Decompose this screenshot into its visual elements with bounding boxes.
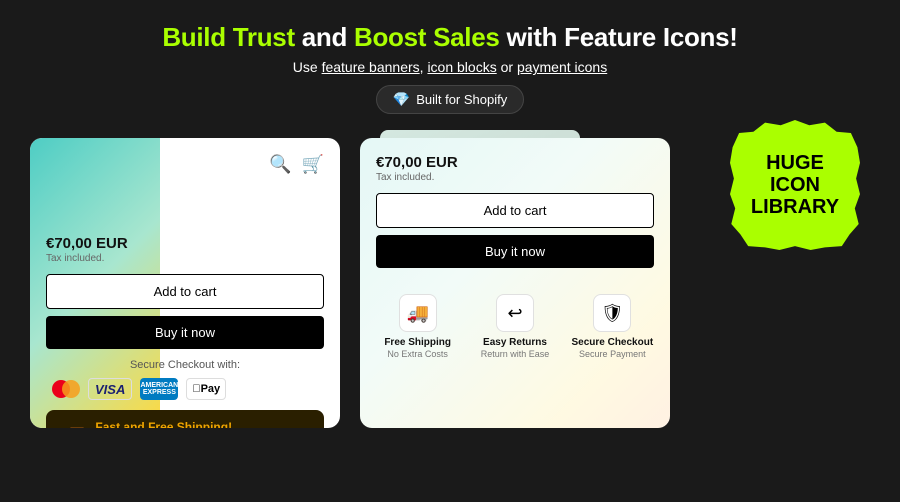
card2-price: €70,00 EUR	[376, 154, 654, 171]
subtitle: Use feature banners, icon blocks or paym…	[20, 59, 880, 75]
card1-tax: Tax included.	[46, 253, 324, 264]
huge-icon-library-badge: HUGE ICON LIBRARY	[730, 120, 860, 250]
shopify-badge-label: Built for Shopify	[416, 92, 507, 107]
headline-green1: Build Trust	[162, 22, 294, 52]
shipping-text: Fast and Free Shipping! Order now to get…	[95, 420, 258, 428]
mc-right-circle	[62, 380, 80, 398]
card1-icons: 🔍 🛒	[46, 154, 324, 175]
visa-icon: VISA	[88, 378, 132, 400]
feature-icon-box-2: 🛡	[593, 294, 631, 332]
buy-now-button-2[interactable]: Buy it now	[376, 235, 654, 268]
cart-icon[interactable]: 🛒	[302, 154, 324, 175]
headline-green2: Boost Sales	[354, 22, 500, 52]
gem-icon: 💎	[393, 91, 410, 108]
feature-item-0: 🚚 Free Shipping No Extra Costs	[376, 294, 459, 360]
amex-icon: AMERICAN EXPRESS	[140, 378, 178, 400]
feature-icon-box-0: 🚚	[399, 294, 437, 332]
card2-content: €70,00 EUR Tax included. Add to cart Buy…	[376, 154, 654, 360]
feature-banners-link[interactable]: feature banners	[322, 59, 420, 75]
feature-icons-row: 🚚 Free Shipping No Extra Costs ↩ Easy Re…	[376, 286, 654, 360]
buy-now-button-1[interactable]: Buy it now	[46, 316, 324, 349]
search-icon[interactable]: 🔍	[269, 154, 291, 175]
product-card-2: €70,00 EUR Tax included. Add to cart Buy…	[360, 138, 670, 428]
feature-item-2: 🛡 Secure Checkout Secure Payment	[571, 294, 654, 360]
feature-item-1: ↩ Easy Returns Return with Ease	[473, 294, 556, 360]
add-to-cart-button-1[interactable]: Add to cart	[46, 274, 324, 309]
feature-subtitle-0: No Extra Costs	[387, 349, 448, 360]
cards-wrapper: 🔍 🛒 €70,00 EUR Tax included. Add to cart…	[30, 138, 670, 428]
shipping-banner: 🚚 Fast and Free Shipping! Order now to g…	[46, 410, 324, 428]
mastercard-icon	[46, 378, 80, 400]
feature-title-1: Easy Returns	[483, 337, 547, 349]
icon-blocks-link[interactable]: icon blocks	[427, 59, 496, 75]
add-to-cart-button-2[interactable]: Add to cart	[376, 193, 654, 228]
card2-tax: Tax included.	[376, 172, 654, 183]
main-headline: Build Trust and Boost Sales with Feature…	[20, 22, 880, 53]
card1-price: €70,00 EUR	[46, 235, 324, 252]
badge-line3: LIBRARY	[751, 196, 839, 218]
truck-icon: 🚚	[58, 423, 85, 428]
feature-title-2: Secure Checkout	[571, 337, 653, 349]
secure-label: Secure Checkout with:	[46, 359, 324, 371]
feature-subtitle-1: Return with Ease	[481, 349, 550, 360]
header: Build Trust and Boost Sales with Feature…	[0, 0, 900, 128]
shopify-badge[interactable]: 💎 Built for Shopify	[376, 85, 524, 114]
product-card-1: 🔍 🛒 €70,00 EUR Tax included. Add to cart…	[30, 138, 340, 428]
payment-icons-link[interactable]: payment icons	[517, 59, 607, 75]
feature-icon-box-1: ↩	[496, 294, 534, 332]
applepay-icon:  Pay	[186, 378, 226, 400]
payment-icons: VISA AMERICAN EXPRESS  Pay	[46, 378, 324, 400]
badge-line1: HUGE	[751, 152, 839, 174]
feature-subtitle-2: Secure Payment	[579, 349, 646, 360]
card1-content: 🔍 🛒 €70,00 EUR Tax included. Add to cart…	[46, 154, 324, 428]
feature-title-0: Free Shipping	[384, 337, 451, 349]
shipping-title: Fast and Free Shipping!	[95, 420, 258, 428]
badge-line2: ICON	[751, 174, 839, 196]
